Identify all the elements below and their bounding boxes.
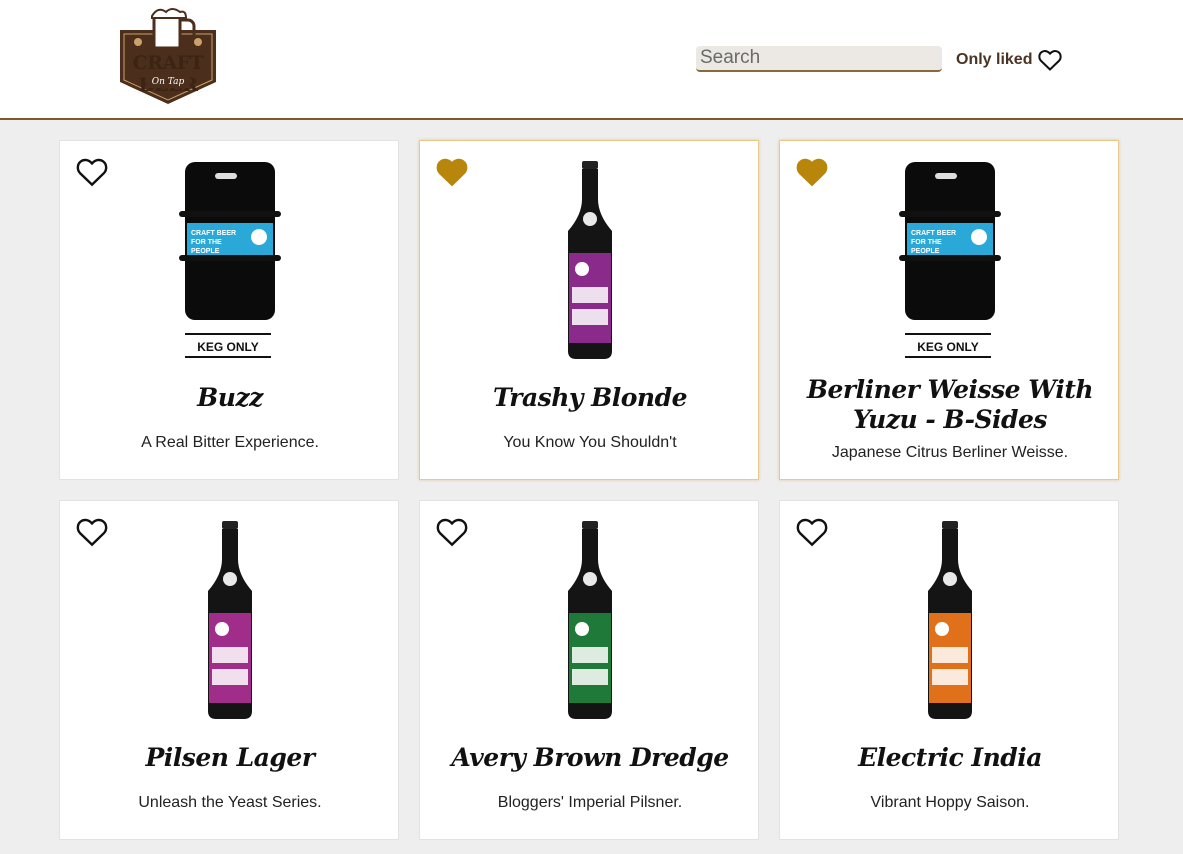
svg-text:CRAFT BEER: CRAFT BEER xyxy=(911,230,956,237)
beer-card[interactable]: Avery Brown Dredge Bloggers' Imperial Pil… xyxy=(419,500,759,840)
bottle-image xyxy=(420,519,760,721)
bottle-icon xyxy=(568,161,612,359)
logo-subtitle: On Tap xyxy=(146,76,190,88)
keg-icon: CRAFT BEER FOR THE PEOPLE KEG ONLY xyxy=(899,162,1001,358)
svg-text:PEOPLE: PEOPLE xyxy=(911,248,940,255)
only-liked-label: Only liked xyxy=(956,51,1033,68)
beer-name: Pilsen Lager xyxy=(145,743,316,772)
logo-title: CRAFT BEER xyxy=(132,52,204,96)
beer-tagline: A Real Bitter Experience. xyxy=(141,434,319,451)
bottle-icon xyxy=(568,521,612,719)
search-input[interactable] xyxy=(696,46,942,72)
beer-card[interactable]: Pilsen Lager Unleash the Yeast Series. xyxy=(59,500,399,840)
beer-card[interactable]: Trashy Blonde You Know You Shouldn't xyxy=(419,140,759,480)
beer-name: Trashy Blonde xyxy=(492,383,688,412)
beer-card[interactable]: Electric India Vibrant Hoppy Saison. xyxy=(779,500,1119,840)
beer-name: Electric India xyxy=(858,743,1042,772)
svg-text:KEG ONLY: KEG ONLY xyxy=(917,340,979,354)
bottle-image xyxy=(420,159,760,361)
beer-tagline: Bloggers' Imperial Pilsner. xyxy=(497,794,683,811)
svg-text:CRAFT BEER: CRAFT BEER xyxy=(191,230,236,237)
bottle-image xyxy=(60,519,400,721)
keg-icon: CRAFT BEER FOR THE PEOPLE KEG ONLY xyxy=(179,162,281,358)
svg-text:KEG ONLY: KEG ONLY xyxy=(197,340,259,354)
beer-name: Buzz xyxy=(197,383,263,412)
beer-name: Avery Brown Dredge xyxy=(451,743,729,772)
beer-card[interactable]: CRAFT BEER FOR THE PEOPLE KEG ONLY Buzz A Rea… xyxy=(59,140,399,480)
bottle-icon xyxy=(928,521,972,719)
keg-image: CRAFT BEER FOR THE PEOPLE KEG ONLY xyxy=(60,159,400,361)
beer-name: Berliner Weisse With Yuzu - B-Sides xyxy=(806,375,1094,434)
beer-card[interactable]: CRAFT BEER FOR THE PEOPLE KEG ONLY Berliner … xyxy=(779,140,1119,480)
svg-text:FOR THE: FOR THE xyxy=(911,239,942,246)
svg-text:PEOPLE: PEOPLE xyxy=(191,248,220,255)
craft-beer-logo[interactable]: CRAFT BEER On Tap xyxy=(116,6,220,106)
site-header: CRAFT BEER On Tap Only liked xyxy=(0,0,1183,120)
beer-tagline: You Know You Shouldn't xyxy=(503,434,677,451)
bottle-image xyxy=(780,519,1120,721)
heart-icon xyxy=(1038,50,1063,71)
keg-image: CRAFT BEER FOR THE PEOPLE KEG ONLY xyxy=(780,159,1120,361)
beer-tagline: Unleash the Yeast Series. xyxy=(138,794,322,811)
only-liked-toggle[interactable]: Only liked xyxy=(956,48,1063,72)
beer-tagline: Vibrant Hoppy Saison. xyxy=(870,794,1030,811)
bottle-icon xyxy=(208,521,252,719)
beer-tagline: Japanese Citrus Berliner Weisse. xyxy=(831,444,1069,461)
svg-text:FOR THE: FOR THE xyxy=(191,239,222,246)
